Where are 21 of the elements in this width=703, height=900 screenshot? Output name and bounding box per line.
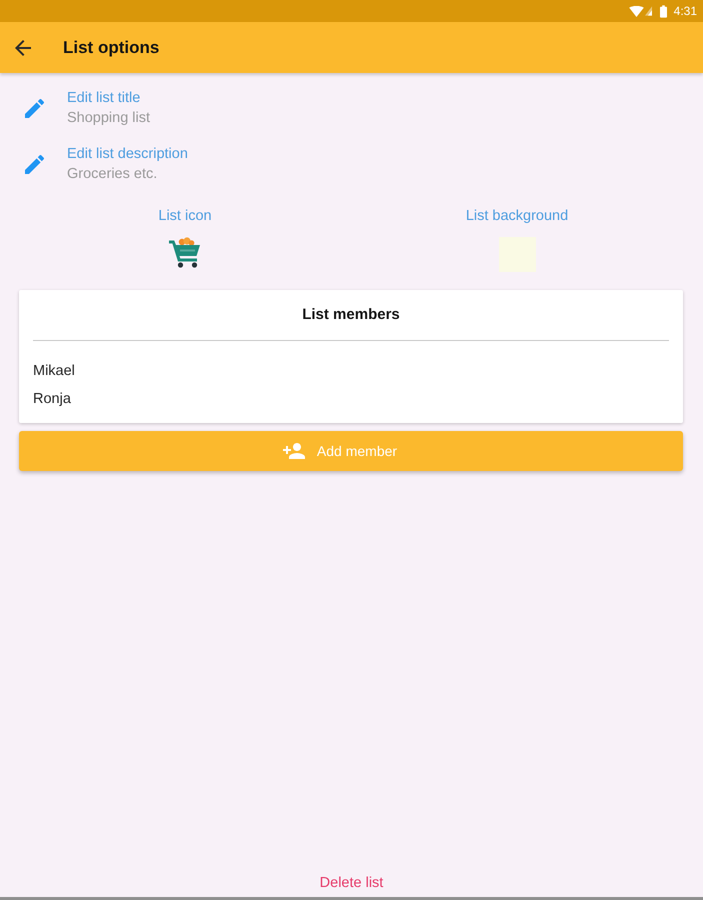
add-member-button[interactable]: Add member bbox=[19, 431, 683, 471]
edit-link[interactable]: Edit list title bbox=[67, 88, 140, 108]
pencil-icon[interactable] bbox=[25, 98, 44, 118]
status-time: 4:31 bbox=[674, 4, 697, 18]
picker-link[interactable]: List icon bbox=[158, 206, 212, 226]
member-name: Ronja bbox=[33, 390, 71, 409]
person-add-icon bbox=[282, 443, 305, 459]
edit-link[interactable]: Edit list description bbox=[67, 144, 188, 164]
back-button[interactable] bbox=[14, 38, 32, 56]
picker-link[interactable]: List background bbox=[466, 206, 568, 226]
shopping-cart-icon[interactable] bbox=[169, 237, 201, 268]
battery-icon bbox=[660, 4, 667, 18]
current-value-text: Shopping list bbox=[67, 109, 150, 128]
member-name: Mikael bbox=[33, 362, 75, 381]
screen-title: List options bbox=[63, 38, 160, 58]
current-value-text: Groceries etc. bbox=[67, 165, 158, 184]
signal-icon bbox=[644, 6, 652, 16]
delete-list-button[interactable]: Delete list bbox=[320, 873, 384, 893]
card-title: List members bbox=[302, 305, 400, 325]
back-arrow-icon bbox=[15, 40, 31, 56]
pencil-icon[interactable] bbox=[25, 154, 44, 174]
